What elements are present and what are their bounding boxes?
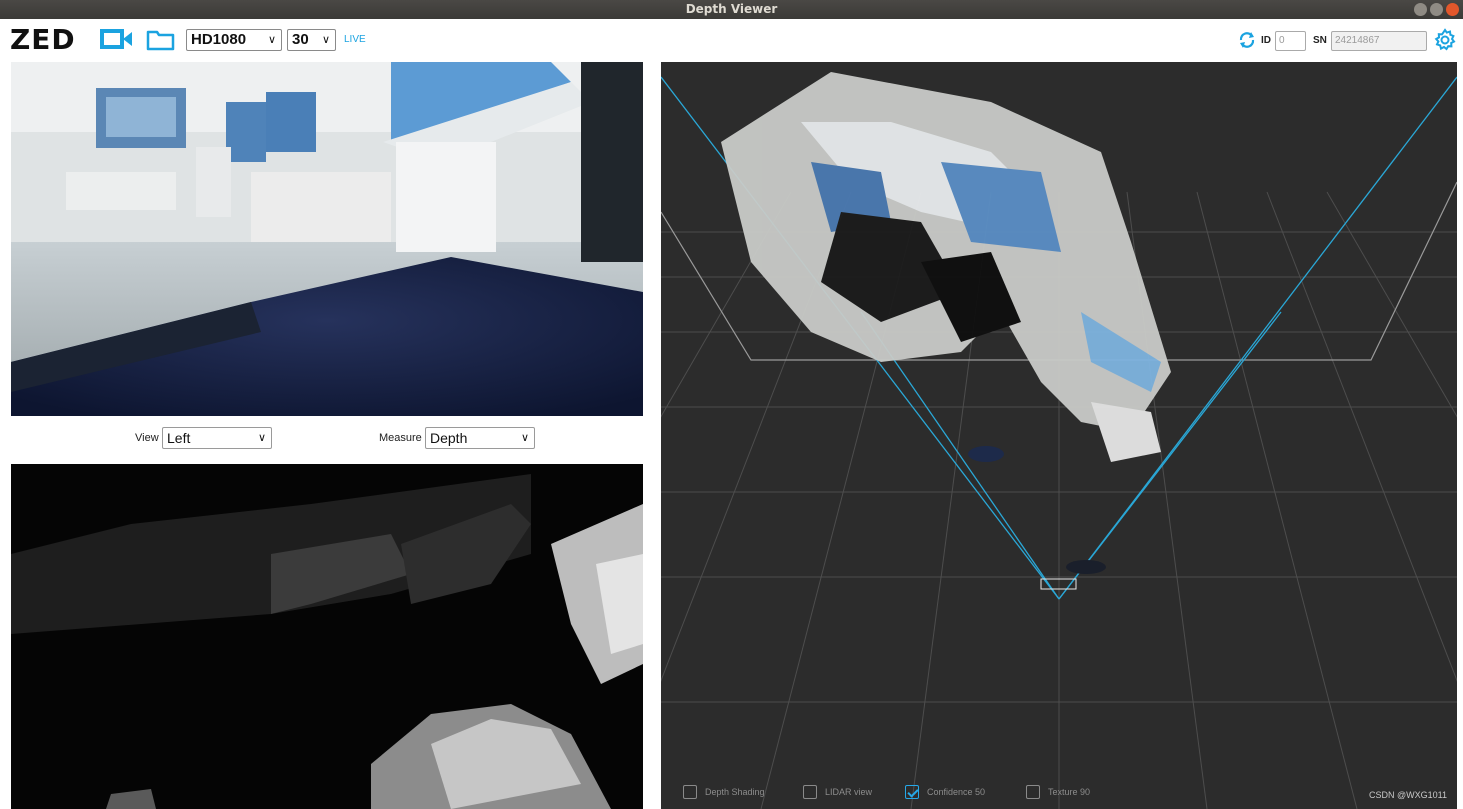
zed-logo: ZED (10, 23, 76, 56)
resolution-select[interactable]: HD1080 ∨ (186, 29, 282, 51)
view-label: View (135, 432, 159, 444)
texture-option[interactable]: Texture 90 (1026, 782, 1090, 802)
chevron-down-icon: ∨ (257, 432, 266, 444)
confidence-option[interactable]: Confidence 50 (905, 782, 985, 802)
chevron-down-icon: ∨ (520, 432, 529, 444)
folder-icon[interactable] (146, 28, 176, 57)
confidence-label: Confidence 50 (927, 787, 986, 797)
lidar-view-checkbox[interactable] (803, 785, 817, 799)
close-button[interactable] (1446, 3, 1459, 16)
live-indicator: LIVE (344, 34, 366, 45)
view-select[interactable]: Left ∨ (162, 427, 272, 449)
window-titlebar: Depth Viewer (0, 0, 1463, 19)
texture-checkbox[interactable] (1026, 785, 1040, 799)
camera-id-input[interactable]: 0 (1275, 31, 1306, 51)
point-cloud-3d-view[interactable] (661, 62, 1457, 809)
video-camera-icon[interactable] (100, 28, 134, 55)
maximize-button[interactable] (1430, 3, 1443, 16)
camera-id-tools: ID 0 SN 24214867 (1237, 28, 1457, 52)
chevron-down-icon: ∨ (321, 34, 330, 46)
resolution-value: HD1080 (191, 31, 247, 48)
depth-shading-option[interactable]: Depth Shading (683, 782, 765, 802)
texture-label: Texture 90 (1048, 787, 1091, 797)
toolbar: ZED HD1080 ∨ 30 ∨ LIVE ID 0 SN 24214867 (0, 19, 1463, 61)
window-controls (1414, 3, 1459, 16)
sn-label: SN (1313, 35, 1327, 46)
id-label: ID (1261, 35, 1271, 46)
depth-map-image (11, 464, 643, 809)
confidence-checkbox[interactable] (905, 785, 919, 799)
fps-value: 30 (292, 31, 309, 48)
measure-label: Measure (379, 432, 422, 444)
gear-icon[interactable] (1433, 28, 1457, 57)
depth-shading-checkbox[interactable] (683, 785, 697, 799)
left-camera-image (11, 62, 643, 416)
lidar-view-label: LIDAR view (825, 787, 873, 797)
depth-shading-label: Depth Shading (705, 787, 765, 797)
measure-value: Depth (430, 430, 468, 446)
watermark: CSDN @WXG1011 (1369, 790, 1447, 800)
view-value: Left (167, 430, 191, 446)
view-measure-controls: View Left ∨ Measure Depth ∨ (0, 424, 660, 452)
lidar-view-option[interactable]: LIDAR view (803, 782, 872, 802)
window-title: Depth Viewer (685, 2, 778, 16)
serial-number-field: 24214867 (1331, 31, 1427, 51)
refresh-icon[interactable] (1237, 30, 1257, 55)
minimize-button[interactable] (1414, 3, 1427, 16)
measure-select[interactable]: Depth ∨ (425, 427, 535, 449)
chevron-down-icon: ∨ (267, 34, 276, 46)
fps-select[interactable]: 30 ∨ (287, 29, 336, 51)
